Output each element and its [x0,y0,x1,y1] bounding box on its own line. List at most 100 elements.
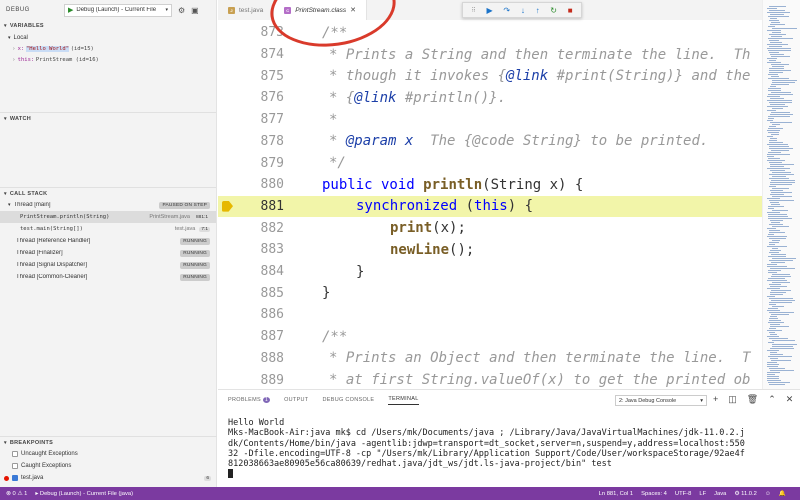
encoding-status[interactable]: UTF-8 [675,491,691,497]
line-number: 886 [260,307,284,323]
close-panel-icon[interactable]: ✕ [786,394,794,405]
terminal-line: 32 -Dfile.encoding=UTF-8 -cp "/Users/mk/… [228,448,745,459]
tab-output[interactable]: OUTPUT [284,397,308,403]
minimap-line [770,292,786,293]
minimap-line [767,236,787,237]
minimap-line [770,358,778,359]
minimap-line [770,104,785,105]
chevron-down-icon: ▾ [4,190,7,197]
eol-status[interactable]: LF [699,491,706,497]
minimap-line [770,86,776,87]
minimap-line [772,248,778,249]
breakpoints-section-header[interactable]: ▾ BREAKPOINTS [0,436,217,448]
checkbox[interactable] [12,475,18,481]
thread-row[interactable]: Thread [Reference Handler] RUNNING [0,235,216,247]
watch-section-header[interactable]: ▾ WATCH [0,112,216,124]
thread-row[interactable]: Thread [Finalizer] RUNNING [0,247,216,259]
bell-icon[interactable]: 🔔 [779,491,786,497]
stop-icon[interactable]: ■ [568,6,573,15]
checkbox[interactable] [12,463,18,469]
minimap-line [769,46,782,47]
add-terminal-icon[interactable]: + [713,394,718,405]
minimap-line [768,256,786,257]
trash-icon[interactable]: 🗑 [747,394,758,405]
code-editor[interactable]: 873/** 874 * Prints a String and then ter… [218,20,762,389]
drag-handle-icon[interactable]: ⠿ [471,7,475,14]
minimap-line [767,12,790,13]
language-status[interactable]: Java [714,491,726,497]
step-out-icon[interactable]: ↑ [536,6,540,15]
cursor-position[interactable]: Ln 881, Col 1 [599,491,633,497]
variable-row-x[interactable]: › x: "Hello World" (id=15) [0,43,216,54]
thread-row[interactable]: Thread [Signal Dispatcher] RUNNING [0,259,216,271]
minimap-line [769,72,783,73]
minimap-line [770,250,781,251]
minimap-line [767,144,788,145]
step-into-icon[interactable]: ↓ [521,6,525,15]
minimap-line [767,110,776,111]
step-over-icon[interactable]: ↷ [503,6,510,15]
minimap-line [769,60,776,61]
minimap-line [770,324,780,325]
minimap-line [770,286,787,287]
code-text: @param [345,133,397,150]
thread-main[interactable]: ▾ Thread [main] PAUSED ON STEP [0,199,216,211]
breakpoint-label: Caught Exceptions [21,463,72,469]
minimap-line [768,322,784,323]
minimap-line [772,66,784,67]
minimap[interactable] [762,0,800,389]
feedback-icon[interactable]: ☺ [765,491,771,497]
minimap-line [771,84,789,85]
minimap-line [769,148,793,149]
minimap-line [767,246,787,247]
code-text: @link [354,89,397,106]
scope-local[interactable]: ▾ Local [0,32,216,43]
gear-icon[interactable]: ⚙ [178,6,185,15]
breakpoint-row[interactable]: test.java 6 [0,472,217,484]
indentation-status[interactable]: Spaces: 4 [641,491,667,497]
minimap-line [770,24,785,25]
split-terminal-icon[interactable]: ◫ [728,394,737,405]
variable-id: (id=15) [70,45,94,52]
variables-section-header[interactable]: ▾ VARIABLES [0,20,216,32]
thread-row[interactable]: Thread [Common-Cleaner] RUNNING [0,271,216,283]
minimap-line [767,378,779,379]
variable-row-this[interactable]: › this: PrintStream (id=16) [0,54,216,65]
terminal-select[interactable]: 2: Java Debug Console ▾ [615,395,707,406]
restart-icon[interactable]: ↻ [550,6,557,15]
bottom-panel: PROBLEMS 1 OUTPUT DEBUG CONSOLE TERMINAL … [218,389,800,487]
tab-terminal[interactable]: TERMINAL [388,396,419,405]
frame-name: test.main(String[]) [20,226,83,232]
minimap-line [767,58,777,59]
maximize-icon[interactable]: ⌃ [768,394,776,405]
breakpoint-row[interactable]: Uncaught Exceptions [0,448,217,460]
minimap-line [768,74,778,75]
tab-label: PROBLEMS [228,397,261,403]
tab-test-java[interactable]: J test.java [218,0,275,20]
minimap-line [768,88,781,89]
tab-debug-console[interactable]: DEBUG CONSOLE [322,397,374,403]
stack-frame[interactable]: PrintStream.println(String) PrintStream.… [0,211,216,223]
code-text: (); [449,241,475,258]
checkbox[interactable] [12,451,18,457]
start-debug-icon[interactable]: ▶ [68,6,73,14]
java-version-status[interactable]: ⚙ 11.0.2 [734,491,757,497]
call-stack-section-header[interactable]: ▾ CALL STACK [0,187,216,199]
terminal-select-label: 2: Java Debug Console [619,397,677,404]
minimap-line [770,220,783,221]
code-text: The {@code String} to be printed. [413,133,709,150]
debug-status[interactable]: ▸ Debug (Launch) - Current File (java) [35,491,133,497]
breakpoint-row[interactable]: Caught Exceptions [0,460,217,472]
continue-icon[interactable]: ▶ [487,6,493,15]
debug-console-icon[interactable]: ▣ [191,6,199,15]
problems-status[interactable]: ⊗ 0 ⚠ 1 [6,491,27,497]
minimap-line [768,132,779,133]
launch-config-select[interactable]: ▶ Debug (Launch) - Current File ▾ [64,3,172,17]
minimap-line [771,150,789,151]
line-number: 887 [260,329,284,345]
tab-problems[interactable]: PROBLEMS 1 [228,397,271,403]
terminal-output[interactable]: Hello World Mks-MacBook-Air:java mk$ cd … [218,410,800,480]
tab-label: test.java [239,6,264,14]
stack-frame[interactable]: test.main(String[]) test.java 7:1 [0,223,216,235]
minimap-line [772,240,780,241]
